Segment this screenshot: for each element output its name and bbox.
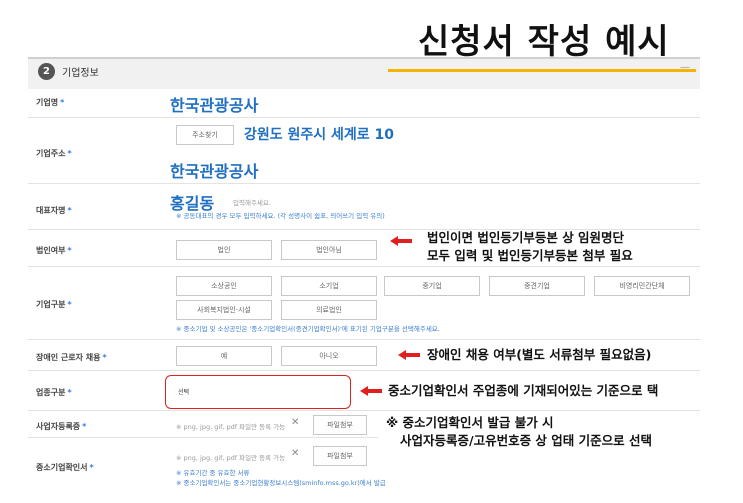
section-header: [28, 57, 700, 89]
row-divider: [28, 183, 700, 184]
bizreg-label: 사업자등록증 *: [36, 422, 87, 431]
corp-option-no[interactable]: 법인아님: [281, 240, 377, 260]
sme-cert-label: 중소기업확인서 *: [36, 463, 94, 472]
row-divider: [28, 410, 700, 411]
row-divider: [28, 370, 700, 371]
left-arrow-icon: [398, 350, 420, 360]
corp-annotation-line2: 모두 입력 및 법인등기부등본 첨부 필요: [427, 248, 633, 263]
type-option-small-company[interactable]: 소기업: [281, 276, 377, 296]
row-divider: [28, 266, 700, 267]
page-title: 신청서 작성 예시: [418, 22, 670, 62]
row-divider: [28, 437, 378, 438]
company-type-label: 기업구분 *: [36, 300, 72, 309]
left-arrow-icon: [390, 236, 412, 246]
disabled-hire-label: 장애인 근로자 채용 *: [36, 353, 107, 362]
company-name-label: 기업명 *: [36, 98, 65, 107]
type-option-medium-company[interactable]: 중기업: [384, 276, 480, 296]
note-line2: 사업자등록증/고유번호증 상 업태 기준으로 선택: [400, 433, 652, 448]
type-option-medical[interactable]: 의료법인: [281, 300, 377, 320]
disabled-option-no[interactable]: 아니오: [281, 346, 377, 366]
sme-hint-2: ※ 중소기업확인서는 중소기업현황정보시스템(sminfo.mss.go.kr)…: [176, 479, 386, 487]
row-divider: [28, 339, 700, 340]
company-name-value[interactable]: 한국관광공사: [170, 92, 258, 116]
sme-file-hint: ※ png, jpg, gif, pdf 파일만 등록 가능: [176, 454, 286, 462]
highlight-underline: [388, 69, 696, 72]
ceo-placeholder: 입력해주세요.: [233, 199, 271, 207]
address-value[interactable]: 강원도 원주시 세계로 10: [244, 124, 394, 144]
corp-label: 법인여부 *: [36, 246, 72, 255]
industry-annotation: 중소기업확인서 주업종에 기재되어있는 기준으로 택: [388, 383, 659, 398]
address-label: 기업주소 *: [36, 149, 72, 158]
type-option-social-welfare[interactable]: 사회복지법인·시설: [176, 300, 272, 320]
disabled-option-yes[interactable]: 예: [176, 346, 272, 366]
industry-label: 업종구분 *: [36, 388, 72, 397]
industry-select-highlight[interactable]: [165, 375, 351, 409]
section-title: 기업정보: [62, 68, 99, 79]
disabled-annotation: 장애인 채용 여부(별도 서류첨부 필요없음): [427, 347, 652, 362]
left-arrow-icon: [360, 386, 382, 396]
address-org-value[interactable]: 한국관광공사: [170, 158, 258, 182]
bizreg-attach-button[interactable]: 파일첨부: [313, 415, 367, 435]
company-type-hint: ※ 중소기업 및 소상공인은 '중소기업확인서(중견기업확인서)'에 표기된 기…: [176, 325, 440, 333]
note-line1: ※ 중소기업확인서 발급 불가 시: [386, 415, 554, 430]
close-icon[interactable]: ✕: [291, 448, 299, 459]
corp-option-yes[interactable]: 법인: [176, 240, 272, 260]
industry-select-value[interactable]: 선택: [178, 387, 189, 396]
bizreg-file-hint: ※ png, jpg, gif, pdf 파일만 등록 가능: [176, 423, 286, 431]
section-number-badge: 2: [38, 63, 55, 80]
type-option-midsize-company[interactable]: 중견기업: [489, 276, 585, 296]
ceo-hint: ※ 공동대표의 경우 모두 입력하세요. (각 성명사이 쉼표, 띄어쓰기 입력…: [176, 212, 385, 220]
row-divider: [28, 117, 700, 118]
sme-hint-1: ※ 유효기간 중 유효한 서류: [176, 469, 250, 477]
sme-attach-button[interactable]: 파일첨부: [313, 446, 367, 466]
type-option-nonprofit[interactable]: 비영리민간단체: [594, 276, 690, 296]
type-option-small-business[interactable]: 소상공인: [176, 276, 272, 296]
close-icon[interactable]: ✕: [291, 417, 299, 428]
ceo-label: 대표자명 *: [36, 206, 72, 215]
corp-annotation-line1: 법인이면 법인등기부등본 상 임원명단: [427, 230, 625, 245]
address-search-button[interactable]: 주소찾기: [176, 125, 234, 145]
